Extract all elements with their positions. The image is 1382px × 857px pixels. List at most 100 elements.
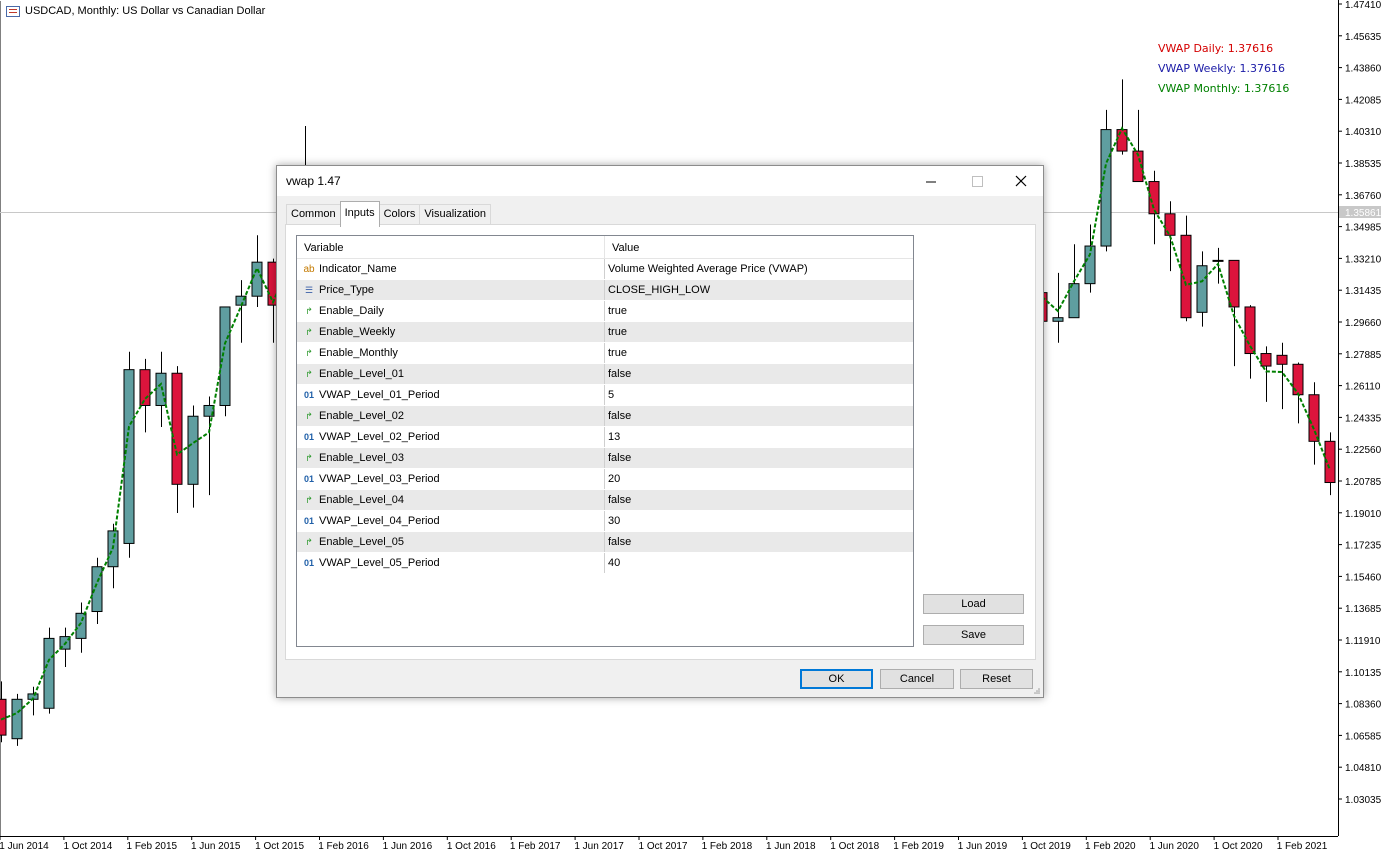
price-axis-label: 1.26110 (1345, 382, 1381, 393)
input-value-cell[interactable]: Volume Weighted Average Price (VWAP) (605, 259, 808, 279)
tab-common[interactable]: Common (286, 204, 341, 224)
input-row[interactable]: ↱ Enable_Level_03 false (297, 448, 913, 469)
input-value-cell[interactable]: 20 (605, 469, 620, 489)
bool-type-icon: ↱ (305, 494, 313, 505)
price-axis-label: 1.04810 (1345, 763, 1382, 774)
tab-colors[interactable]: Colors (378, 204, 421, 224)
reset-button[interactable]: Reset (960, 669, 1033, 689)
candle-body (1276, 354, 1288, 365)
dialog-titlebar[interactable]: vwap 1.47 (277, 166, 1043, 196)
candle-body (1212, 259, 1224, 262)
inputs-rows: ab Indicator_Name Volume Weighted Average … (297, 259, 913, 574)
candle-body (1228, 259, 1240, 308)
input-variable-name: Enable_Monthly (319, 347, 398, 359)
input-value-cell[interactable]: false (605, 448, 631, 468)
time-axis-label: 1 Oct 2020 (1214, 841, 1263, 852)
input-value-cell[interactable]: false (605, 364, 631, 384)
resize-grip-icon[interactable] (1033, 687, 1041, 695)
time-axis-label: 1 Jun 2015 (191, 841, 241, 852)
candle-body (1148, 181, 1160, 215)
price-axis-label: 1.24335 (1345, 413, 1382, 424)
ok-button[interactable]: OK (800, 669, 873, 689)
input-row[interactable]: ↱ Enable_Weekly true (297, 322, 913, 343)
price-axis-label: 1.36760 (1345, 191, 1382, 202)
price-axis-label: 1.33210 (1345, 254, 1382, 265)
column-header-variable[interactable]: Variable (297, 236, 605, 258)
input-value-cell[interactable]: CLOSE_HIGH_LOW (605, 280, 710, 300)
input-value-cell[interactable]: false (605, 406, 631, 426)
price-axis-label: 1.11910 (1345, 636, 1381, 647)
save-button[interactable]: Save (923, 625, 1024, 645)
time-axis-label: 1 Oct 2019 (1022, 841, 1071, 852)
input-variable-name: Enable_Weekly (319, 326, 396, 338)
input-variable-name: VWAP_Level_05_Period (319, 557, 440, 569)
price-axis-label: 1.10135 (1345, 668, 1382, 679)
input-row[interactable]: ↱ Enable_Daily true (297, 301, 913, 322)
price-axis-label: 1.47410 (1345, 0, 1382, 11)
input-value-cell[interactable]: 40 (605, 553, 620, 573)
column-header-value[interactable]: Value (605, 236, 639, 258)
enum-type-icon: ☰ (304, 284, 314, 295)
price-axis-label: 1.22560 (1345, 445, 1382, 456)
time-axis-label: 1 Jun 2016 (383, 841, 433, 852)
time-axis-label: 1 Oct 2014 (63, 841, 112, 852)
close-button[interactable] (998, 166, 1044, 196)
tab-visualization[interactable]: Visualization (419, 204, 491, 224)
price-axis-label: 1.45635 (1345, 32, 1382, 43)
input-row[interactable]: 01 VWAP_Level_01_Period 5 (297, 385, 913, 406)
input-row[interactable]: ↱ Enable_Level_05 false (297, 532, 913, 553)
candle-body (1196, 265, 1208, 313)
tab-inputs[interactable]: Inputs (339, 201, 380, 227)
input-value-cell[interactable]: 30 (605, 511, 620, 531)
input-value-cell[interactable]: true (605, 343, 627, 363)
input-variable-cell: ↱ Enable_Daily (297, 301, 605, 321)
current-price-label: 1.35861 (1345, 208, 1382, 219)
price-axis-label: 1.34985 (1345, 223, 1382, 234)
input-value-cell[interactable]: false (605, 532, 631, 552)
load-button[interactable]: Load (923, 594, 1024, 614)
input-row[interactable]: ↱ Enable_Level_01 false (297, 364, 913, 385)
input-value-cell[interactable]: 13 (605, 427, 620, 447)
bool-type-icon: ↱ (305, 368, 313, 379)
input-row[interactable]: 01 VWAP_Level_04_Period 30 (297, 511, 913, 532)
candle-body (43, 637, 55, 709)
input-row[interactable]: ↱ Enable_Monthly true (297, 343, 913, 364)
int-type-icon: 01 (303, 474, 314, 484)
time-axis-label: 1 Oct 2017 (639, 841, 688, 852)
input-variable-name: VWAP_Level_04_Period (319, 515, 440, 527)
input-variable-cell: 01 VWAP_Level_02_Period (297, 427, 605, 447)
minimize-icon (925, 181, 936, 182)
price-axis-label: 1.42085 (1345, 95, 1382, 106)
time-axis-label: 1 Jun 2017 (574, 841, 624, 852)
maximize-button (954, 166, 1000, 196)
input-variable-name: Indicator_Name (319, 263, 397, 275)
input-variable-cell: 01 VWAP_Level_05_Period (297, 553, 605, 573)
input-row[interactable]: ↱ Enable_Level_02 false (297, 406, 913, 427)
price-axis-label: 1.19010 (1345, 509, 1382, 520)
input-row[interactable]: ab Indicator_Name Volume Weighted Average … (297, 259, 913, 280)
candle-body (75, 612, 87, 639)
dialog-tabs: Common Inputs Colors Visualization (286, 201, 491, 227)
candle-body (1100, 129, 1112, 247)
int-type-icon: 01 (303, 558, 314, 568)
input-row[interactable]: 01 VWAP_Level_03_Period 20 (297, 469, 913, 490)
price-axis-label: 1.13685 (1345, 604, 1382, 615)
time-axis-label: 1 Jun 2014 (0, 841, 49, 852)
input-value-cell[interactable]: true (605, 322, 627, 342)
input-value-cell[interactable]: true (605, 301, 627, 321)
input-row[interactable]: 01 VWAP_Level_02_Period 13 (297, 427, 913, 448)
time-axis-label: 1 Feb 2016 (318, 841, 369, 852)
bool-type-icon: ↱ (305, 326, 313, 337)
minimize-button[interactable] (908, 166, 954, 196)
cancel-button[interactable]: Cancel (880, 669, 954, 689)
inputs-grid[interactable]: Variable Value ab Indicator_Name Volume We… (296, 235, 914, 647)
price-axis-label: 1.03035 (1345, 795, 1382, 806)
input-row[interactable]: 01 VWAP_Level_05_Period 40 (297, 553, 913, 574)
input-row[interactable]: ↱ Enable_Level_04 false (297, 490, 913, 511)
price-axis-label: 1.31435 (1345, 286, 1382, 297)
input-value-cell[interactable]: false (605, 490, 631, 510)
price-axis-label: 1.29660 (1345, 318, 1382, 329)
input-row[interactable]: ☰ Price_Type CLOSE_HIGH_LOW (297, 280, 913, 301)
input-value-cell[interactable]: 5 (605, 385, 614, 405)
bool-type-icon: ↱ (305, 305, 313, 316)
